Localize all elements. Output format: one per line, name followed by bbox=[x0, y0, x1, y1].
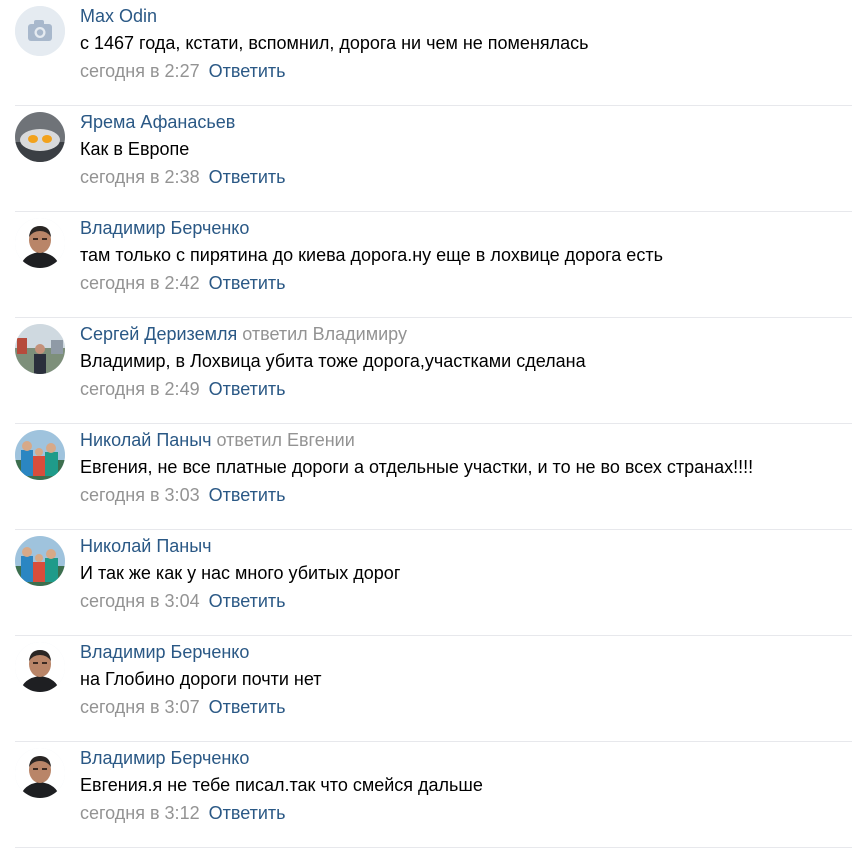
comment-item: Max Odin с 1467 года, кстати, вспомнил, … bbox=[0, 0, 852, 106]
comment-author-link[interactable]: Николай Паныч bbox=[80, 536, 212, 556]
comment-item: Сергей Дериземля ответил Владимиру Владим… bbox=[0, 318, 852, 424]
reply-button[interactable]: Ответить bbox=[209, 485, 286, 505]
reply-button[interactable]: Ответить bbox=[209, 697, 286, 717]
comment-text: Как в Европе bbox=[80, 139, 190, 159]
reply-button[interactable]: Ответить bbox=[209, 379, 286, 399]
comment-date[interactable]: сегодня в 2:49 bbox=[80, 379, 200, 399]
man-portrait-photo-avatar[interactable] bbox=[15, 642, 65, 692]
reply-button[interactable]: Ответить bbox=[209, 273, 286, 293]
comment-author-link[interactable]: Владимир Берченко bbox=[80, 218, 249, 238]
man-outdoors-photo-avatar[interactable] bbox=[15, 324, 65, 374]
comment-author-link[interactable]: Max Odin bbox=[80, 6, 157, 26]
reply-button[interactable]: Ответить bbox=[209, 167, 286, 187]
comment-text: Владимир, в Лохвица убита тоже дорога,уч… bbox=[80, 351, 586, 371]
comment-text: там только с пирятина до киева дорога.ну… bbox=[80, 245, 663, 265]
reply-button[interactable]: Ответить bbox=[209, 591, 286, 611]
reply-button[interactable]: Ответить bbox=[209, 61, 286, 81]
comment-reply-to: ответил Владимиру bbox=[242, 324, 407, 344]
comment-date[interactable]: сегодня в 3:12 bbox=[80, 803, 200, 823]
comment-author-link[interactable]: Владимир Берченко bbox=[80, 642, 249, 662]
comment-text: И так же как у нас много убитых дорог bbox=[80, 563, 401, 583]
comment-item: Николай Паныч ответил Евгении Евгения, не… bbox=[0, 424, 852, 530]
fried-egg-photo-avatar[interactable] bbox=[15, 112, 65, 162]
comment-text: Евгения.я не тебе писал.так что смейся д… bbox=[80, 775, 483, 795]
comment-date[interactable]: сегодня в 3:04 bbox=[80, 591, 200, 611]
comment-author-link[interactable]: Ярема Афанасьев bbox=[80, 112, 235, 132]
comment-author-link[interactable]: Николай Паныч bbox=[80, 430, 212, 450]
man-portrait-photo-avatar[interactable] bbox=[15, 218, 65, 268]
comment-date[interactable]: сегодня в 2:42 bbox=[80, 273, 200, 293]
comment-date[interactable]: сегодня в 3:03 bbox=[80, 485, 200, 505]
camera-placeholder-icon[interactable] bbox=[15, 6, 65, 56]
comment-author-link[interactable]: Владимир Берченко bbox=[80, 748, 249, 768]
comment-item: Владимир Берченко на Глобино дороги почт… bbox=[0, 636, 852, 742]
comment-date[interactable]: сегодня в 3:07 bbox=[80, 697, 200, 717]
man-portrait-photo-avatar[interactable] bbox=[15, 748, 65, 798]
comment-text: на Глобино дороги почти нет bbox=[80, 669, 322, 689]
comment-text: с 1467 года, кстати, вспомнил, дорога ни… bbox=[80, 33, 589, 53]
comment-item: Ярема Афанасьев Как в Европе сегодня в 2… bbox=[0, 106, 852, 212]
comment-date[interactable]: сегодня в 2:27 bbox=[80, 61, 200, 81]
comment-text: Евгения, не все платные дороги а отдельн… bbox=[80, 457, 754, 477]
comment-author-link[interactable]: Сергей Дериземля bbox=[80, 324, 237, 344]
comment-item: Владимир Берченко Евгения.я не тебе писа… bbox=[0, 742, 852, 848]
comment-item: Николай Паныч И так же как у нас много у… bbox=[0, 530, 852, 636]
comment-item: Владимир Берченко там только с пирятина … bbox=[0, 212, 852, 318]
reply-button[interactable]: Ответить bbox=[209, 803, 286, 823]
group-photo-avatar[interactable] bbox=[15, 430, 65, 480]
comments-list: Max Odin с 1467 года, кстати, вспомнил, … bbox=[0, 0, 852, 848]
comment-reply-to: ответил Евгении bbox=[216, 430, 355, 450]
group-photo-avatar[interactable] bbox=[15, 536, 65, 586]
comment-date[interactable]: сегодня в 2:38 bbox=[80, 167, 200, 187]
